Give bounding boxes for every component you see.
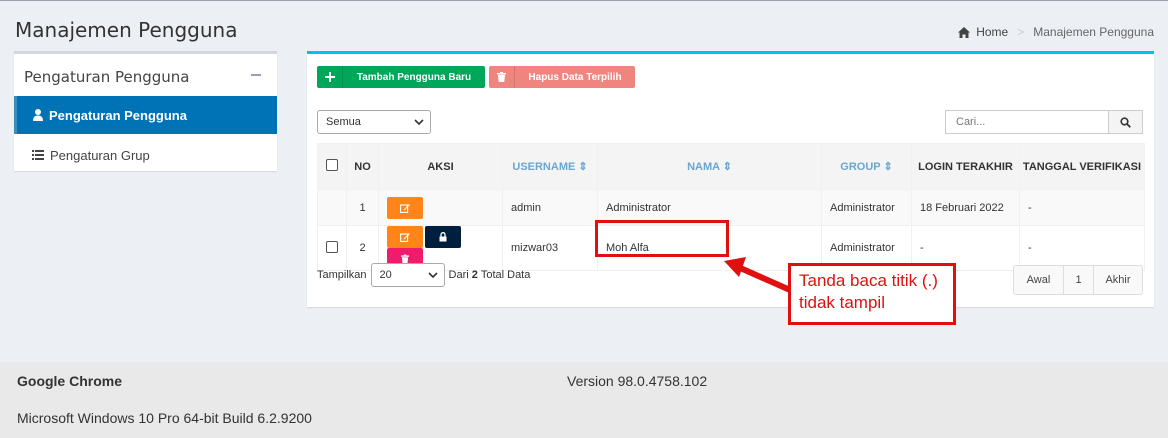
sidebar-item-pengaturan-grup[interactable]: Pengaturan Grup (14, 136, 277, 174)
table-row: 1 admin Administrator Administrator 18 F… (317, 189, 1145, 226)
row-group: Administrator (821, 189, 912, 226)
page-title: Manajemen Pengguna (15, 18, 238, 42)
pagination-last[interactable]: Akhir (1094, 266, 1142, 294)
edit-button[interactable] (387, 196, 423, 219)
list-icon (32, 150, 44, 160)
sidebar-title: Pengaturan Pengguna (24, 68, 190, 86)
browser-version: Version 98.0.4758.102 (567, 373, 708, 389)
page-length-select[interactable]: 20 (370, 263, 445, 287)
column-header-nama[interactable]: NAMA ⇕ (597, 143, 822, 190)
row-login: 18 Februari 2022 (911, 189, 1020, 226)
select-all-checkbox[interactable] (326, 159, 338, 171)
pagination-page-1[interactable]: 1 (1064, 266, 1094, 294)
browser-name: Google Chrome (17, 373, 123, 389)
system-info-panel: Google Chrome Version 98.0.4758.102 Micr… (0, 362, 1168, 438)
breadcrumb-separator: > (1017, 25, 1025, 39)
breadcrumb-home-link[interactable]: Home (976, 25, 1008, 39)
delete-selected-label: Hapus Data Terpilih (528, 71, 622, 83)
add-user-button[interactable]: Tambah Pengguna Baru (317, 66, 485, 88)
row-verifikasi: - (1019, 189, 1145, 226)
filter-select-value: Semua (326, 116, 361, 128)
column-header-no: NO (346, 143, 379, 190)
column-header-label: USERNAME (512, 161, 576, 173)
row-select-cell (317, 189, 347, 226)
os-info: Microsoft Windows 10 Pro 64-bit Build 6.… (17, 410, 312, 426)
column-header-label: GROUP (840, 161, 881, 173)
delete-selected-button[interactable]: Hapus Data Terpilih (489, 66, 635, 88)
from-label: Dari (448, 269, 469, 281)
row-checkbox[interactable] (326, 240, 338, 253)
sidebar-box: Pengaturan Pengguna Pengaturan Pengguna … (14, 51, 277, 171)
search-icon (1120, 116, 1131, 128)
column-header-tanggal-verifikasi: TANGGAL VERIFIKASI (1019, 143, 1145, 190)
show-label: Tampilkan (317, 269, 367, 281)
chevron-down-icon (414, 119, 424, 126)
user-icon (33, 109, 43, 121)
lock-button[interactable] (425, 226, 461, 248)
row-actions (378, 189, 503, 226)
breadcrumb-current: Manajemen Pengguna (1033, 25, 1154, 39)
add-user-label: Tambah Pengguna Baru (356, 71, 472, 83)
lock-icon (439, 232, 447, 242)
column-header-login-terakhir: LOGIN TERAKHIR (911, 143, 1020, 190)
sort-icon: ⇕ (578, 161, 588, 173)
plus-icon (317, 66, 343, 88)
trash-icon (489, 66, 515, 88)
pagination-first[interactable]: Awal (1014, 266, 1064, 294)
collapse-button[interactable] (251, 74, 261, 76)
search-button[interactable] (1108, 111, 1142, 133)
annotation-highlight-box (595, 220, 729, 257)
search-input[interactable] (946, 111, 1108, 133)
home-icon (958, 26, 971, 38)
sort-icon: ⇕ (722, 161, 732, 173)
column-header-username[interactable]: USERNAME ⇕ (502, 143, 598, 190)
column-header-group[interactable]: GROUP ⇕ (821, 143, 912, 190)
sort-icon: ⇕ (883, 161, 893, 173)
column-header-aksi: AKSI (378, 143, 503, 190)
filter-select[interactable]: Semua (317, 110, 431, 134)
annotation-note: Tanda baca titik (.) tidak tampil (788, 263, 956, 325)
page-header: Manajemen Pengguna Home > Manajemen Peng… (0, 0, 1168, 50)
sidebar-item-label: Pengaturan Grup (50, 147, 150, 163)
select-all-cell (317, 143, 347, 190)
row-username: admin (502, 189, 598, 226)
column-header-label: NAMA (687, 161, 720, 173)
edit-icon (400, 233, 410, 242)
total-count: 2 (471, 269, 478, 281)
table-header-row: NO AKSI USERNAME ⇕ NAMA ⇕ GROUP ⇕ LOGIN … (317, 143, 1145, 190)
page-length-value: 20 (379, 269, 392, 281)
sidebar-item-pengaturan-pengguna[interactable]: Pengaturan Pengguna (14, 96, 277, 134)
total-label: Total Data (480, 269, 531, 281)
pagination: Awal 1 Akhir (1013, 265, 1143, 295)
row-no: 1 (346, 189, 379, 226)
sidebar-item-label: Pengaturan Pengguna (49, 107, 187, 123)
edit-button[interactable] (387, 226, 423, 248)
chevron-down-icon (427, 272, 438, 279)
breadcrumb: Home > Manajemen Pengguna (958, 25, 1154, 39)
edit-icon (400, 203, 410, 213)
row-verifikasi: - (1019, 225, 1145, 271)
table-footer: Tampilkan 20 Dari 2 Total Data (317, 262, 530, 288)
search-box (945, 110, 1143, 134)
